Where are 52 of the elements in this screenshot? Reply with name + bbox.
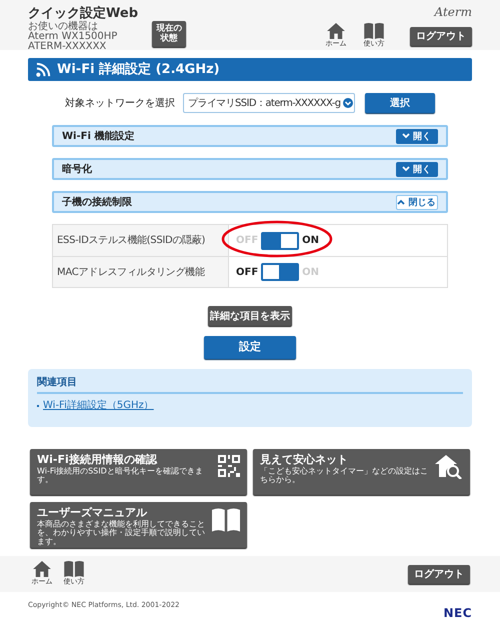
setting-label-cell: MACアドレスフィルタリング機能 bbox=[53, 257, 229, 287]
tile-title: ユーザーズマニュアル bbox=[37, 506, 148, 520]
feature-tile[interactable]: ユーザーズマニュアル 本商品のさまざまな機能を利用してできることを、わかりやすい操作・設定手順で説明しています。 bbox=[30, 502, 247, 548]
section-toggle-button[interactable]: 開く bbox=[396, 128, 438, 144]
select-button[interactable]: 選択 bbox=[365, 93, 435, 113]
book-icon bbox=[64, 561, 84, 577]
section-header: 暗号化 開く bbox=[52, 158, 448, 180]
section-toggle-button[interactable]: 開く bbox=[396, 162, 438, 176]
tile-description: 本商品のさまざまな機能を利用してできることを、わかりやすい操作・設定手順で説明しています。 bbox=[37, 520, 206, 546]
related-title: 関連項目 bbox=[37, 375, 463, 394]
chevron-down-icon bbox=[402, 166, 410, 172]
device-info: お使いの機器は bbox=[28, 22, 98, 32]
section-header: 子機の接続制限 閉じる bbox=[52, 191, 448, 213]
logout-button[interactable]: ログアウト bbox=[408, 564, 470, 584]
page-title: Wi-Fi 詳細設定 (2.4GHz) bbox=[57, 60, 220, 79]
on-label: ON bbox=[302, 234, 320, 248]
network-select[interactable]: プライマリSSID：aterm-XXXXXX-g bbox=[183, 93, 355, 113]
book-icon bbox=[364, 23, 384, 39]
tile-title: 見えて安心ネット bbox=[260, 453, 349, 466]
device-info: Aterm WX1500HP bbox=[28, 32, 118, 42]
section-header: Wi-Fi 機能設定 開く bbox=[52, 125, 448, 147]
submit-button[interactable]: 設定 bbox=[204, 336, 296, 359]
brand-logo: Aterm bbox=[434, 5, 472, 20]
wifi-icon bbox=[36, 62, 51, 77]
feature-tile[interactable]: Wi-Fi接続用情報の確認 Wi-Fi接続用のSSIDと暗号化キーを確認できます。 bbox=[30, 449, 247, 495]
nec-logo: NEC bbox=[443, 605, 472, 622]
toggle-thumb bbox=[281, 234, 298, 248]
tile-description: Wi-Fi接続用のSSIDと暗号化キーを確認できます。 bbox=[37, 466, 204, 484]
setting-label-cell: ESS-IDステルス機能(SSIDの隠蔽) bbox=[53, 225, 229, 256]
section-toggle-button[interactable]: 閉じる bbox=[396, 194, 438, 210]
qr-code-icon bbox=[218, 455, 240, 477]
chevron-up-icon bbox=[397, 199, 405, 205]
off-label: OFF bbox=[236, 266, 258, 280]
app-title: クイック設定Web bbox=[28, 5, 138, 21]
network-select-label: 対象ネットワークを選択 bbox=[65, 96, 175, 110]
related-link[interactable]: Wi-Fi詳細設定（5GHz） bbox=[43, 398, 154, 413]
book-icon bbox=[212, 508, 240, 532]
status-button[interactable]: 現在の 状態 bbox=[152, 21, 186, 47]
toggle-switch[interactable] bbox=[261, 263, 300, 281]
show-details-button[interactable]: 詳細な項目を表示 bbox=[208, 306, 292, 326]
tile-description: 「こども安心ネットタイマー」などの設定はこちらから。 bbox=[260, 466, 429, 484]
home-icon bbox=[327, 23, 345, 39]
device-info: ATERM-XXXXXX bbox=[28, 42, 106, 52]
logout-button[interactable]: ログアウト bbox=[410, 26, 472, 46]
toggle-thumb bbox=[263, 265, 280, 279]
house-search-icon bbox=[435, 455, 463, 479]
home-icon bbox=[33, 561, 51, 577]
chevron-down-icon bbox=[402, 133, 410, 139]
feature-tile[interactable]: 見えて安心ネット 「こども安心ネットタイマー」などの設定はこちらから。 bbox=[253, 449, 470, 495]
toggle-switch[interactable] bbox=[261, 232, 300, 250]
dropdown-icon bbox=[342, 98, 352, 108]
tile-title: Wi-Fi接続用情報の確認 bbox=[37, 453, 158, 466]
